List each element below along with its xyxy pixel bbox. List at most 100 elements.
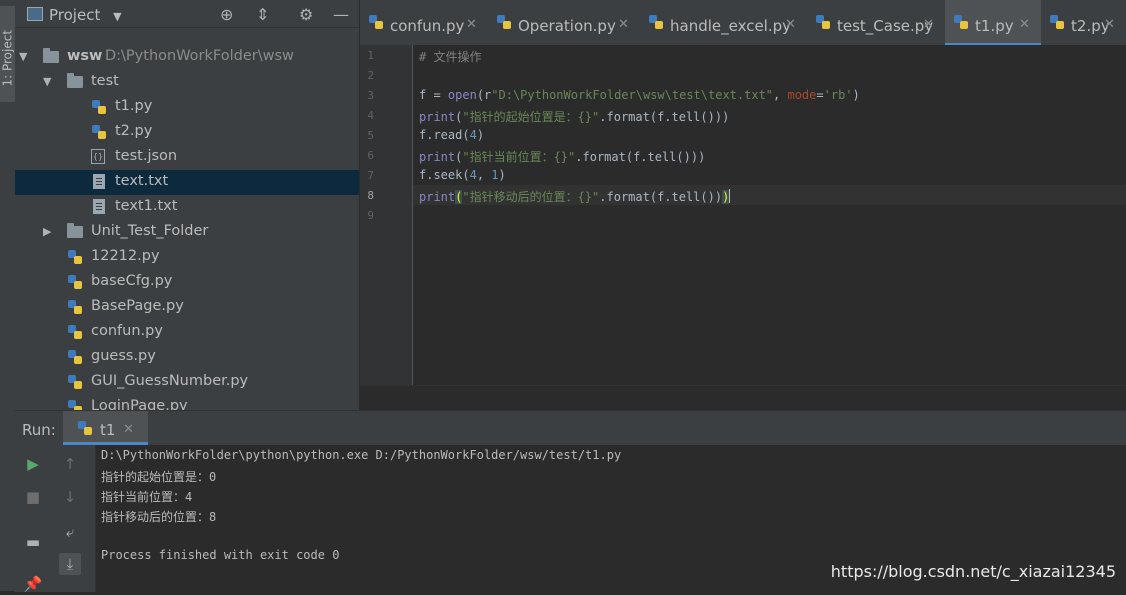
- python-file-icon: [67, 299, 83, 315]
- tree-item-label: t2.py: [115, 123, 153, 139]
- python-file-icon: [953, 14, 969, 30]
- chevron-down-icon: ▼: [113, 10, 122, 23]
- console-line: D:\PythonWorkFolder\python\python.exe D:…: [101, 448, 622, 462]
- python-file-icon: [77, 420, 93, 436]
- tree-item-label: BasePage.py: [91, 298, 184, 314]
- python-file-icon: [67, 349, 83, 365]
- tree-file[interactable]: guess.py: [15, 345, 359, 370]
- editor-tab[interactable]: handle_excel.py ✕: [640, 0, 807, 43]
- layout-icon[interactable]: ▬: [22, 531, 44, 553]
- tree-item-label: GUI_GuessNumber.py: [91, 373, 249, 389]
- tree-item-label: guess.py: [91, 348, 156, 364]
- tree-file[interactable]: 12212.py: [15, 245, 359, 270]
- stop-icon[interactable]: ■: [22, 486, 44, 508]
- python-file-icon: [67, 249, 83, 265]
- code-line-3: f = open(r"D:\PythonWorkFolder\wsw\test\…: [419, 88, 860, 102]
- code-editor[interactable]: # 文件操作 f = open(r"D:\PythonWorkFolder\ws…: [413, 45, 1126, 385]
- tree-item-label: Unit_Test_Folder: [91, 223, 209, 239]
- locate-icon[interactable]: ⊕: [220, 5, 233, 24]
- folder-icon: [43, 48, 59, 65]
- editor-tab[interactable]: confun.py ✕: [360, 0, 488, 43]
- tree-item-label: test.json: [115, 148, 178, 164]
- json-file-icon: {}: [91, 149, 107, 165]
- run-tab-t1[interactable]: t1 ✕: [63, 411, 148, 445]
- project-panel: Project ▼ ⊕ ⇕ ⚙ — ▼ wsw D:\PythonWorkFolde…: [15, 0, 371, 414]
- editor-tab-bar: confun.py ✕ Operation.py ✕ handle_excel.py ✕ t…: [360, 0, 1126, 46]
- project-tool-tab[interactable]: 1: Project: [0, 6, 15, 102]
- arrow-up-icon[interactable]: ↑: [59, 453, 81, 475]
- rerun-icon[interactable]: ▶: [22, 453, 44, 475]
- watermark: https://blog.csdn.net/c_xiazai12345: [830, 562, 1116, 581]
- run-toolbar: ▶ ■ ▬ 📌 ↑ ↓ ⤶ ⤓: [15, 445, 96, 595]
- tree-file[interactable]: GUI_GuessNumber.py: [15, 370, 359, 395]
- soft-wrap-icon[interactable]: ⤶: [59, 521, 81, 543]
- code-line-4: print("指针的起始位置是：{}".format(f.tell())): [419, 110, 730, 124]
- console-line: Process finished with exit code 0: [101, 548, 340, 562]
- tree-file[interactable]: BasePage.py: [15, 295, 359, 320]
- text-cursor: [729, 189, 731, 203]
- close-icon[interactable]: ✕: [123, 422, 134, 437]
- console-line: 指针的起始位置是：0: [101, 470, 217, 484]
- arrow-down-icon[interactable]: ↓: [59, 486, 81, 508]
- editor-tab[interactable]: Operation.py ✕: [488, 0, 640, 43]
- close-icon[interactable]: ✕: [466, 17, 477, 32]
- folder-icon: [67, 73, 83, 90]
- tree-file[interactable]: text.txt: [15, 170, 359, 195]
- tree-item-label: t1.py: [115, 98, 153, 114]
- tree-item-path: D:\PythonWorkFolder\wsw: [105, 48, 294, 64]
- tree-item-label: 12212.py: [91, 248, 160, 264]
- editor-tab[interactable]: test_Case.py ✕: [807, 0, 945, 43]
- tree-file[interactable]: confun.py: [15, 320, 359, 345]
- editor-tab-label: test_Case.py: [837, 17, 934, 35]
- python-file-icon: [91, 99, 107, 115]
- code-line-5: f.read(4): [419, 128, 485, 142]
- run-label: Run:: [22, 421, 56, 439]
- gear-icon[interactable]: ⚙: [299, 5, 313, 24]
- run-panel-header: Run: t1 ✕: [15, 411, 1126, 445]
- collapse-all-icon[interactable]: ⇕: [256, 5, 269, 24]
- code-line-7: f.seek(4, 1): [419, 168, 506, 182]
- editor-tab[interactable]: t2.py ✕: [1041, 0, 1126, 43]
- python-file-icon: [496, 14, 512, 30]
- scroll-to-end-icon[interactable]: ⤓: [59, 553, 81, 575]
- console-line: 指针移动后的位置：8: [101, 510, 217, 524]
- python-file-icon: [67, 299, 83, 315]
- close-icon[interactable]: ✕: [785, 17, 796, 32]
- tree-item-label: baseCfg.py: [91, 273, 173, 289]
- chevron-down-icon[interactable]: ▼: [43, 75, 51, 88]
- editor-tab-label: handle_excel.py: [670, 17, 792, 35]
- tree-folder[interactable]: ▼ test: [15, 70, 359, 95]
- python-file-icon: [368, 14, 384, 30]
- hide-panel-icon[interactable]: —: [333, 5, 349, 24]
- chevron-right-icon[interactable]: ▶: [43, 225, 51, 238]
- line-number: 9: [367, 209, 374, 222]
- python-file-icon: [91, 124, 107, 140]
- tree-folder[interactable]: ▼ wsw D:\PythonWorkFolder\wsw: [15, 45, 359, 70]
- python-file-icon: [67, 374, 83, 390]
- tree-file[interactable]: baseCfg.py: [15, 270, 359, 295]
- editor-tab-label: t1.py: [975, 17, 1014, 35]
- tree-item-label: text1.txt: [115, 198, 178, 214]
- tree-file[interactable]: t1.py: [15, 95, 359, 120]
- python-file-icon: [648, 14, 664, 30]
- editor-tab[interactable]: t1.py ✕: [945, 0, 1041, 46]
- text-file-icon: [91, 199, 107, 215]
- tree-item-label: confun.py: [91, 323, 163, 339]
- chevron-down-icon[interactable]: ▼: [19, 50, 27, 63]
- python-file-icon: [91, 124, 107, 140]
- line-number: 7: [367, 169, 374, 182]
- editor-breadcrumb-bar: [360, 385, 1126, 411]
- project-view-selector[interactable]: Project ▼: [27, 6, 122, 24]
- tree-file[interactable]: {} test.json: [15, 145, 359, 170]
- tree-item-label: wsw: [67, 48, 103, 64]
- pin-icon[interactable]: 📌: [22, 573, 44, 595]
- close-icon[interactable]: ✕: [1019, 17, 1030, 32]
- close-icon[interactable]: ✕: [1104, 17, 1115, 32]
- line-number: 8: [367, 189, 374, 202]
- tree-file[interactable]: text1.txt: [15, 195, 359, 220]
- close-icon[interactable]: ✕: [618, 17, 629, 32]
- project-icon: [27, 7, 43, 21]
- close-icon[interactable]: ✕: [923, 17, 934, 32]
- tree-file[interactable]: t2.py: [15, 120, 359, 145]
- tree-folder[interactable]: ▶ Unit_Test_Folder: [15, 220, 359, 245]
